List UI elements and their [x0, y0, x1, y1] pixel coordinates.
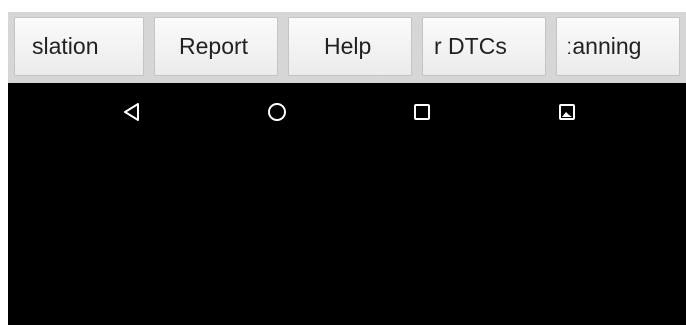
help-button[interactable]: Help	[288, 17, 412, 76]
report-button[interactable]: Report	[154, 17, 278, 76]
home-icon[interactable]	[264, 99, 290, 125]
translation-button-label: slation	[32, 33, 99, 59]
help-button-label: Help	[324, 33, 372, 59]
scanning-button[interactable]: ːanning	[556, 17, 680, 76]
report-button-label: Report	[179, 33, 249, 59]
recents-icon[interactable]	[409, 99, 435, 125]
scanning-button-label: ːanning	[566, 33, 642, 59]
device-screen: slation Report Help r DTCs ːanning	[8, 12, 686, 325]
empty-content-area	[8, 143, 686, 325]
back-icon[interactable]	[119, 99, 145, 125]
function-toolbar: slation Report Help r DTCs ːanning	[8, 12, 686, 83]
clear-dtcs-button-label: r DTCs	[434, 33, 507, 59]
translation-button[interactable]: slation	[14, 17, 144, 76]
clear-dtcs-button[interactable]: r DTCs	[422, 17, 546, 76]
system-navigation-bar	[8, 83, 686, 143]
screenshot-icon[interactable]	[554, 99, 580, 125]
